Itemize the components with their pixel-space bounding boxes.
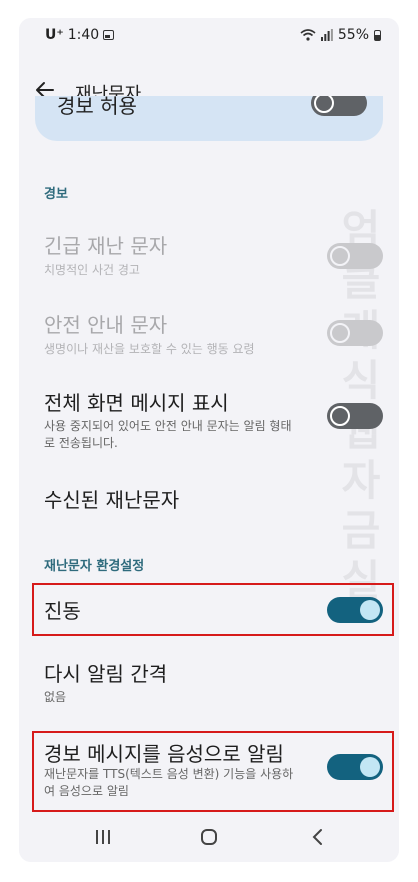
gallery-icon xyxy=(103,30,115,40)
highlight-box-vibration xyxy=(32,583,394,636)
section-header-alerts: 경보 xyxy=(44,187,68,202)
wifi-icon xyxy=(300,29,316,41)
back-button[interactable] xyxy=(305,824,329,850)
navigation-bar xyxy=(19,812,399,862)
battery-icon xyxy=(374,29,381,41)
status-bar: U⁺ 1:40 55% xyxy=(19,18,399,54)
home-icon xyxy=(201,829,217,845)
phone-screen: U⁺ 1:40 55% 재난문자 경보 허용 엄클 식 웹자금실 경보 긴급 재… xyxy=(19,18,399,862)
clock: 1:40 xyxy=(67,27,100,43)
fullscreen-message-toggle[interactable] xyxy=(327,403,383,429)
row-subtitle: 없음 xyxy=(44,690,67,704)
toggle-knob xyxy=(314,96,334,113)
home-button[interactable] xyxy=(197,824,221,850)
battery-percent: 55% xyxy=(337,27,369,43)
row-safety-alerts[interactable]: 안전 안내 문자 생명이나 재산을 보호할 수 있는 행동 요령 xyxy=(19,306,399,368)
row-title: 다시 알림 간격 xyxy=(44,662,168,686)
row-emergency-alerts[interactable]: 긴급 재난 문자 치명적인 사건 경고 xyxy=(19,226,399,288)
row-received-messages[interactable]: 수신된 재난문자 xyxy=(19,480,399,528)
row-subtitle: 생명이나 재산을 보호할 수 있는 행동 요령 xyxy=(44,342,255,356)
allow-alerts-card[interactable]: 경보 허용 xyxy=(35,96,383,141)
row-title: 긴급 재난 문자 xyxy=(44,234,168,258)
carrier-label: U⁺ xyxy=(45,27,64,43)
highlight-box-tts xyxy=(32,731,394,812)
toggle-knob xyxy=(330,406,350,426)
recent-apps-button[interactable] xyxy=(91,824,115,850)
row-title: 수신된 재난문자 xyxy=(44,488,180,512)
toggle-knob xyxy=(330,323,350,343)
allow-alerts-toggle[interactable] xyxy=(311,96,367,116)
recent-apps-icon xyxy=(96,830,110,844)
row-subtitle: 사용 중지되어 있어도 안전 안내 문자는 알림 형태로 전송됩니다. xyxy=(44,419,292,450)
emergency-alerts-toggle[interactable] xyxy=(327,243,383,269)
signal-icon xyxy=(320,29,333,41)
row-title: 전체 화면 메시지 표시 xyxy=(44,391,229,415)
safety-alerts-toggle[interactable] xyxy=(327,320,383,346)
toggle-knob xyxy=(330,246,350,266)
row-reminder-interval[interactable]: 다시 알림 간격 없음 xyxy=(19,654,399,714)
row-title: 안전 안내 문자 xyxy=(44,313,168,337)
row-subtitle: 치명적인 사건 경고 xyxy=(44,263,140,277)
back-chevron-icon xyxy=(312,829,322,845)
section-header-settings: 재난문자 환경설정 xyxy=(44,559,145,574)
allow-alerts-label: 경보 허용 xyxy=(57,96,137,118)
row-fullscreen-message[interactable]: 전체 화면 메시지 표시 사용 중지되어 있어도 안전 안내 문자는 알림 형태… xyxy=(19,384,399,464)
